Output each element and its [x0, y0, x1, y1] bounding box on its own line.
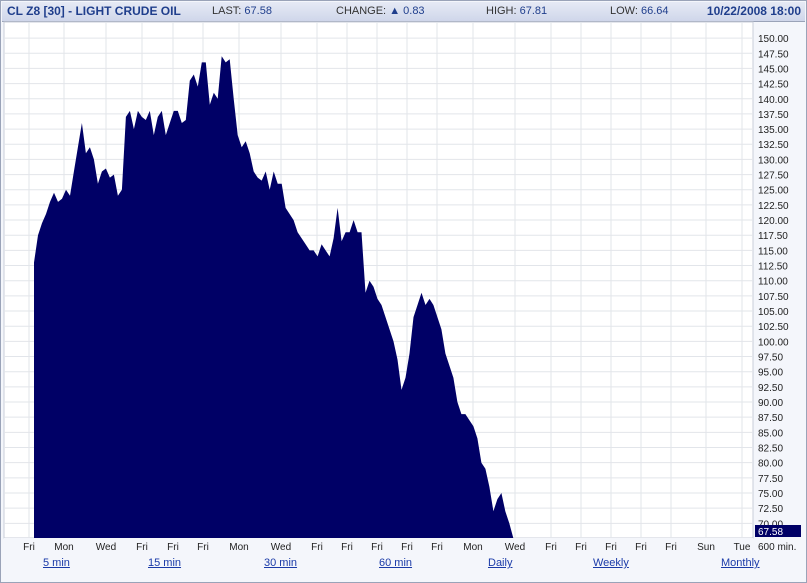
x-tick-label: Mon: [463, 542, 482, 553]
interval-tabs: 5 min 15 min 30 min 60 min Daily Weekly Monthl…: [2, 553, 805, 581]
x-tick-label: Wed: [271, 542, 291, 553]
y-tick-label: 72.50: [758, 504, 783, 515]
y-tick-label: 150.00: [758, 34, 789, 45]
x-tick-label: Tue: [734, 542, 751, 553]
x-tick-label: Fri: [197, 542, 209, 553]
x-tick-label: Fri: [575, 542, 587, 553]
chart-window: CL Z8 [30] - LIGHT CRUDE OIL LAST: 67.58…: [0, 0, 807, 583]
y-tick-label: 97.50: [758, 353, 783, 364]
x-tick-label: Mon: [229, 542, 248, 553]
interval-tab[interactable]: 5 min: [43, 557, 70, 569]
x-tick-label: Fri: [311, 542, 323, 553]
y-tick-label: 82.50: [758, 444, 783, 455]
x-tick-label: Fri: [136, 542, 148, 553]
x-interval-label: 600 min.: [758, 542, 796, 553]
x-tick-label: Fri: [431, 542, 443, 553]
y-tick-label: 110.00: [758, 277, 788, 288]
x-tick-label: Wed: [505, 542, 525, 553]
y-tick-label: 125.00: [758, 186, 789, 197]
y-tick-label: 117.50: [758, 231, 788, 242]
y-tick-label: 80.00: [758, 459, 783, 470]
x-tick-label: Fri: [605, 542, 617, 553]
x-tick-label: Fri: [635, 542, 647, 553]
y-tick-label: 137.50: [758, 110, 789, 121]
y-tick-label: 115.00: [758, 246, 788, 257]
interval-tab[interactable]: Weekly: [593, 557, 629, 569]
x-tick-label: Sun: [697, 542, 715, 553]
interval-tab[interactable]: Daily: [488, 557, 512, 569]
y-tick-label: 145.00: [758, 64, 789, 75]
y-tick-label: 85.00: [758, 428, 783, 439]
y-tick-label: 135.00: [758, 125, 789, 136]
y-tick-label: 112.50: [758, 262, 788, 273]
y-tick-label: 132.50: [758, 140, 789, 151]
y-tick-label: 120.00: [758, 216, 789, 227]
y-tick-label: 105.00: [758, 307, 789, 318]
x-tick-label: Fri: [371, 542, 383, 553]
price-chart: 150.00 147.50 145.00 142.50 140.00 137.50 135.…: [3, 21, 801, 553]
y-tick-label: 92.50: [758, 383, 783, 394]
x-tick-label: Fri: [23, 542, 35, 553]
y-tick-label: 87.50: [758, 413, 783, 424]
x-axis: Fri Mon Wed Fri Fri Fri Mon Wed Fri Fri Fri Fri Fri M…: [4, 538, 796, 553]
y-tick-label: 77.50: [758, 474, 783, 485]
last-price-label: 67.58: [758, 527, 783, 538]
y-tick-label: 100.00: [758, 337, 789, 348]
interval-tab[interactable]: 30 min: [264, 557, 297, 569]
y-tick-label: 130.00: [758, 155, 789, 166]
y-tick-label: 102.50: [758, 322, 789, 333]
y-tick-label: 147.50: [758, 49, 789, 60]
x-tick-label: Mon: [54, 542, 73, 553]
interval-tab[interactable]: Monthly: [721, 557, 760, 569]
y-tick-label: 127.50: [758, 171, 789, 182]
y-tick-label: 142.50: [758, 80, 789, 91]
x-tick-label: Wed: [96, 542, 116, 553]
x-tick-label: Fri: [665, 542, 677, 553]
x-tick-label: Fri: [401, 542, 413, 553]
interval-tab[interactable]: 60 min: [379, 557, 412, 569]
y-axis: 150.00 147.50 145.00 142.50 140.00 137.50 135.…: [755, 34, 801, 538]
y-tick-label: 107.50: [758, 292, 789, 303]
x-tick-label: Fri: [167, 542, 179, 553]
y-tick-label: 90.00: [758, 398, 783, 409]
interval-tab[interactable]: 15 min: [148, 557, 181, 569]
x-tick-label: Fri: [341, 542, 353, 553]
y-tick-label: 75.00: [758, 489, 783, 500]
x-tick-label: Fri: [545, 542, 557, 553]
y-tick-label: 122.50: [758, 201, 789, 212]
y-tick-label: 140.00: [758, 95, 789, 106]
y-tick-label: 95.00: [758, 368, 783, 379]
